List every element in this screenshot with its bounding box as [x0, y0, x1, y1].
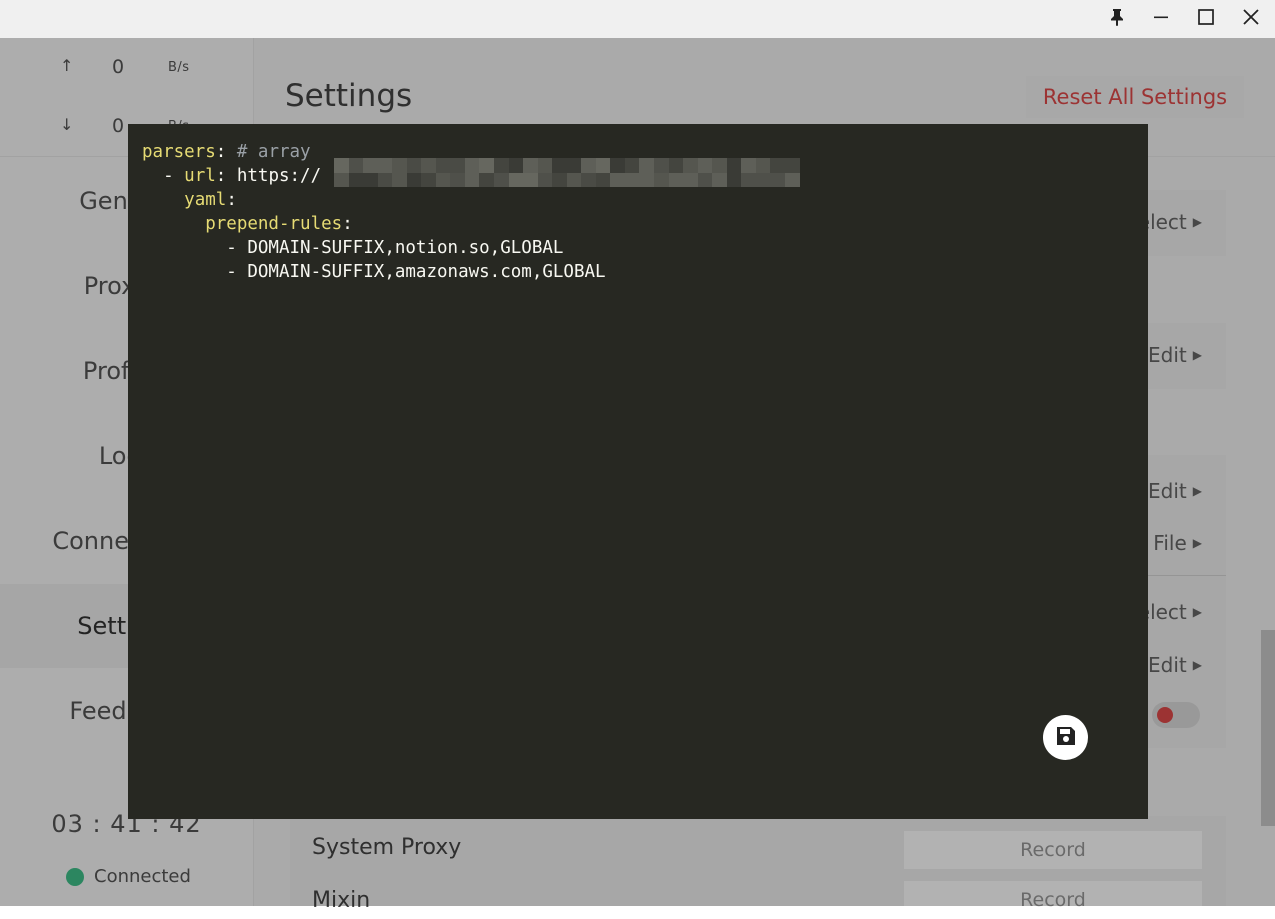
- yaml-key: parsers: [142, 142, 216, 162]
- redaction-pixel: [479, 158, 495, 173]
- redaction-pixel: [450, 172, 465, 187]
- redaction-pixel: [726, 158, 742, 173]
- redaction-pixel: [654, 172, 669, 187]
- redaction-pixel: [537, 158, 553, 173]
- redaction-pixel: [392, 172, 407, 187]
- yaml-indent: [142, 190, 184, 210]
- close-icon: [1243, 9, 1259, 29]
- redaction-pixel: [464, 158, 480, 173]
- redaction-pixel: [363, 158, 378, 173]
- minimize-icon: [1153, 9, 1169, 29]
- redaction-pixel: [494, 158, 509, 173]
- redaction-pixel: [683, 158, 698, 173]
- yaml-colon: :: [215, 166, 237, 186]
- yaml-key: yaml: [184, 190, 227, 210]
- yaml-comment: # array: [236, 142, 311, 162]
- save-button[interactable]: [1043, 715, 1088, 760]
- redaction-pixel: [392, 158, 407, 173]
- redaction-pixel: [726, 172, 742, 187]
- redaction-pixel: [654, 158, 669, 173]
- redaction-pixel: [581, 158, 596, 173]
- redaction-pixel: [421, 158, 436, 173]
- redaction-pixel: [566, 172, 582, 187]
- redaction-pixel: [755, 172, 771, 187]
- yaml-list-item: - DOMAIN-SUFFIX,amazonaws.com,GLOBAL: [142, 262, 606, 282]
- redaction-pixel: [334, 158, 349, 173]
- redaction-pixel: [697, 158, 713, 173]
- redaction-pixel: [770, 158, 785, 173]
- redaction-pixel: [523, 172, 538, 187]
- redaction-pixel: [712, 172, 727, 187]
- redaction-pixel: [508, 158, 524, 173]
- redaction-pixel: [581, 172, 596, 187]
- redaction-pixel: [479, 172, 495, 187]
- redaction-pixel: [624, 158, 640, 173]
- save-icon: [1055, 725, 1077, 751]
- redaction-pixel: [741, 172, 756, 187]
- redaction-pixel: [566, 158, 582, 173]
- redaction-pixel: [610, 172, 625, 187]
- redaction-pixel: [755, 158, 771, 173]
- yaml-url-value: https://: [236, 166, 322, 186]
- redaction-pixel: [784, 172, 800, 187]
- redaction-pixel: [639, 158, 655, 173]
- redaction-pixel: [784, 158, 800, 173]
- yaml-key: url: [184, 166, 216, 186]
- redaction-pixel: [377, 172, 393, 187]
- redaction-pixel: [770, 172, 785, 187]
- redaction-pixel: [712, 158, 727, 173]
- redaction-pixel: [595, 158, 611, 173]
- redaction-pixel: [552, 158, 567, 173]
- redaction-pixel: [537, 172, 553, 187]
- redaction-pixel: [348, 158, 364, 173]
- redaction-pixel: [668, 172, 684, 187]
- maximize-button[interactable]: [1184, 0, 1228, 38]
- yaml-indent: [142, 214, 205, 234]
- yaml-key: prepend-rules: [205, 214, 343, 234]
- redaction-pixel: [435, 158, 451, 173]
- redaction-pixel: [348, 172, 364, 187]
- yaml-list-item: - DOMAIN-SUFFIX,notion.so,GLOBAL: [142, 238, 564, 258]
- redaction-pixel: [697, 172, 713, 187]
- redaction-pixel: [624, 172, 640, 187]
- redaction-pixel: [523, 158, 538, 173]
- redaction-pixel: [363, 172, 378, 187]
- redaction-pixel: [741, 158, 756, 173]
- code-editor[interactable]: parsers: # array - url: https:// yaml: p…: [128, 124, 1148, 819]
- maximize-icon: [1198, 9, 1214, 29]
- redaction-pixel: [668, 158, 684, 173]
- redacted-url-block: [334, 158, 800, 187]
- yaml-colon: :: [215, 142, 237, 162]
- redaction-pixel: [334, 172, 349, 187]
- redaction-pixel: [406, 158, 422, 173]
- title-bar: [0, 0, 1275, 38]
- redaction-pixel: [406, 172, 422, 187]
- close-button[interactable]: [1229, 0, 1273, 38]
- redaction-pixel: [421, 172, 436, 187]
- redaction-pixel: [508, 172, 524, 187]
- redaction-pixel: [464, 172, 480, 187]
- redaction-pixel: [377, 158, 393, 173]
- redaction-pixel: [639, 172, 655, 187]
- redaction-pixel: [552, 172, 567, 187]
- pin-button[interactable]: [1095, 0, 1139, 38]
- redaction-pixel: [450, 158, 465, 173]
- pin-icon: [1110, 8, 1124, 30]
- redaction-pixel: [610, 158, 625, 173]
- redaction-pixel: [595, 172, 611, 187]
- yaml-colon: :: [226, 190, 237, 210]
- yaml-colon: :: [342, 214, 353, 234]
- redaction-pixel: [435, 172, 451, 187]
- minimize-button[interactable]: [1139, 0, 1183, 38]
- yaml-indent: -: [142, 166, 185, 186]
- redaction-pixel: [494, 172, 509, 187]
- redaction-pixel: [683, 172, 698, 187]
